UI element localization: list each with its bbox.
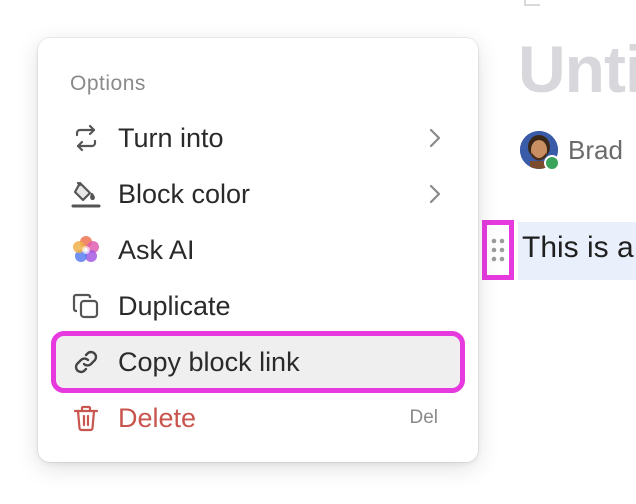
- trash-icon: [70, 402, 102, 434]
- block-drag-handle[interactable]: [482, 220, 514, 280]
- page-title[interactable]: Unti: [518, 36, 636, 102]
- chevron-right-icon: [429, 128, 441, 148]
- menu-item-label: Copy block link: [118, 346, 300, 377]
- menu-item-delete[interactable]: Delete Del: [56, 392, 460, 444]
- arrows-swap-icon: [70, 122, 102, 154]
- menu-item-copy-block-link[interactable]: Copy block link: [51, 331, 465, 393]
- page: Unti Brad This is a Options Turn into Bl…: [0, 0, 636, 504]
- menu-item-ask-ai[interactable]: Ask AI: [56, 224, 460, 276]
- menu-item-label: Turn into: [118, 122, 224, 153]
- menu-item-label: Block color: [118, 178, 251, 209]
- chevron-right-icon: [429, 184, 441, 204]
- menu-item-block-color[interactable]: Block color: [56, 168, 460, 220]
- menu-header: Options: [70, 72, 146, 95]
- shortcut-label: Del: [409, 407, 438, 428]
- link-icon: [70, 346, 102, 378]
- author-name[interactable]: Brad: [568, 135, 623, 166]
- online-status-dot: [544, 155, 560, 171]
- paint-bucket-icon: [70, 178, 102, 210]
- menu-item-turn-into[interactable]: Turn into: [56, 112, 460, 164]
- ai-sparkle-icon: [70, 234, 102, 266]
- menu-item-duplicate[interactable]: Duplicate: [56, 280, 460, 332]
- page-top-marker: [524, 0, 540, 6]
- submenu-indicator: [428, 183, 442, 205]
- avatar[interactable]: [520, 131, 560, 171]
- block-text[interactable]: This is a: [522, 231, 634, 265]
- author-info: Brad: [520, 130, 623, 171]
- menu-item-label: Delete: [118, 402, 197, 433]
- block-options-menu: Options Turn into Block color Ask AI Dup…: [38, 38, 478, 462]
- menu-item-label: Ask AI: [118, 234, 195, 265]
- menu-item-label: Duplicate: [118, 290, 231, 321]
- submenu-indicator: [428, 127, 442, 149]
- keyboard-shortcut: Del: [409, 407, 442, 429]
- drag-handle-icon: [491, 238, 505, 262]
- duplicate-icon: [70, 290, 102, 322]
